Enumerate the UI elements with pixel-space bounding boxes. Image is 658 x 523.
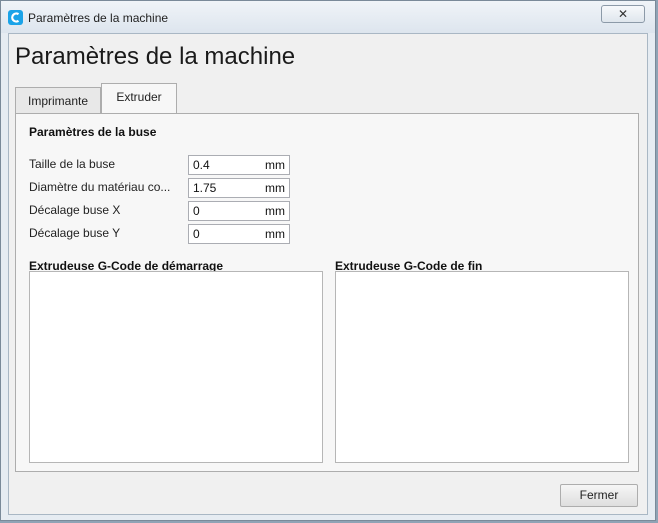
nozzle-offset-y-input[interactable]: 0 mm bbox=[188, 224, 290, 244]
nozzle-offset-y-label: Décalage buse Y bbox=[29, 226, 121, 240]
nozzle-offset-x-input[interactable]: 0 mm bbox=[188, 201, 290, 221]
nozzle-offset-x-value: 0 bbox=[193, 204, 200, 218]
start-gcode-textarea[interactable] bbox=[29, 271, 323, 463]
nozzle-section-title: Paramètres de la buse bbox=[29, 125, 157, 139]
extruder-tab-panel: Paramètres de la buse Taille de la buse … bbox=[15, 113, 639, 472]
material-diameter-value: 1.75 bbox=[193, 181, 217, 195]
window-title: Paramètres de la machine bbox=[28, 11, 169, 25]
nozzle-offset-x-unit: mm bbox=[265, 204, 285, 218]
material-diameter-label: Diamètre du matériau co... bbox=[29, 180, 171, 194]
tab-printer[interactable]: Imprimante bbox=[15, 87, 101, 115]
tab-extruder-label: Extruder bbox=[116, 90, 162, 104]
close-dialog-button[interactable]: Fermer bbox=[560, 484, 638, 507]
nozzle-size-input[interactable]: 0.4 mm bbox=[188, 155, 290, 175]
dialog-client-area: Paramètres de la machine Imprimante Extr… bbox=[8, 33, 648, 515]
close-window-button[interactable]: ✕ bbox=[601, 5, 645, 23]
nozzle-offset-y-value: 0 bbox=[193, 227, 200, 241]
tab-printer-label: Imprimante bbox=[27, 94, 89, 108]
tab-extruder[interactable]: Extruder bbox=[101, 83, 177, 113]
material-diameter-unit: mm bbox=[265, 181, 285, 195]
machine-settings-window: Paramètres de la machine ✕ Paramètres de… bbox=[0, 0, 656, 521]
nozzle-offset-y-unit: mm bbox=[265, 227, 285, 241]
dialog-heading: Paramètres de la machine bbox=[15, 43, 296, 70]
cura-app-icon bbox=[8, 10, 23, 25]
nozzle-size-unit: mm bbox=[265, 158, 285, 172]
title-bar: Paramètres de la machine ✕ bbox=[1, 1, 655, 33]
material-diameter-input[interactable]: 1.75 mm bbox=[188, 178, 290, 198]
close-icon: ✕ bbox=[617, 7, 629, 21]
end-gcode-textarea[interactable] bbox=[335, 271, 629, 463]
nozzle-size-value: 0.4 bbox=[193, 158, 210, 172]
nozzle-size-label: Taille de la buse bbox=[29, 157, 116, 171]
nozzle-offset-x-label: Décalage buse X bbox=[29, 203, 121, 217]
